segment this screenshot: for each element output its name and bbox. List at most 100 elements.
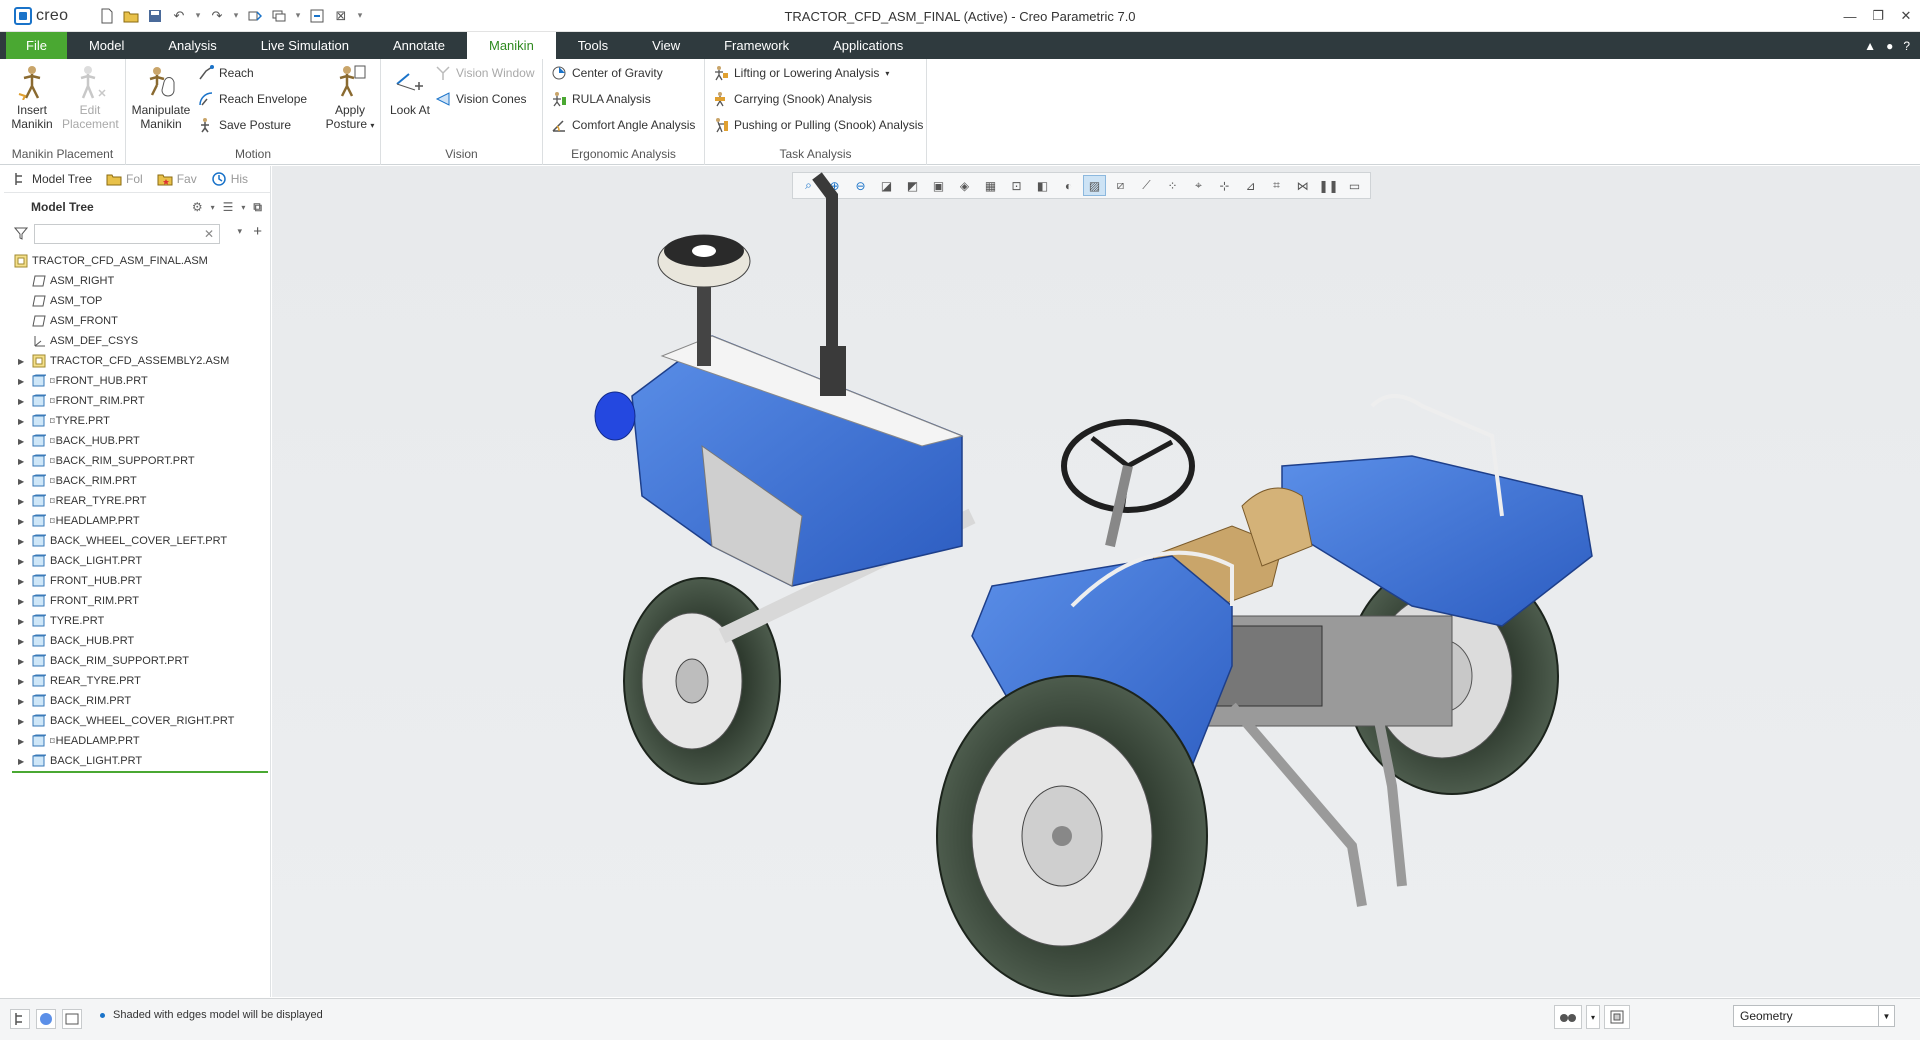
- selection-mode-icon[interactable]: [1604, 1005, 1631, 1029]
- expand-arrow-icon[interactable]: ▶: [18, 697, 24, 706]
- tree-item[interactable]: ASM_DEF_CSYS: [4, 331, 270, 351]
- tree-settings-icon[interactable]: ⚙: [192, 200, 203, 214]
- tree-item[interactable]: ▶ FRONT_RIM.PRT: [4, 591, 270, 611]
- tree-item[interactable]: ▶ BACK_RIM.PRT: [4, 691, 270, 711]
- tree-columns-icon[interactable]: ☰: [223, 200, 234, 214]
- search-options-dropdown-icon[interactable]: ▾: [237, 226, 242, 237]
- expand-arrow-icon[interactable]: ▶: [18, 457, 24, 466]
- tree-item[interactable]: ASM_TOP: [4, 291, 270, 311]
- graphics-window[interactable]: ⌕ ⊕ ⊖ ◪ ◩ ▣ ◈ ▦ ⊡ ◧ ◐ ▨ ⧄ ⟋ ⁘ ⌖ ⊹ ⊿ ⌗ ⋈ ❚❚ ▭: [272, 166, 1920, 997]
- open-icon[interactable]: [122, 7, 140, 25]
- look-at-button[interactable]: Look At: [385, 63, 435, 117]
- tab-view[interactable]: View: [630, 32, 702, 59]
- windows-dropdown-icon[interactable]: ▾: [294, 7, 302, 25]
- notification-icon[interactable]: ●: [1886, 39, 1893, 53]
- tree-item[interactable]: ▶ ⌑ REAR_TYRE.PRT: [4, 491, 270, 511]
- center-of-gravity-button[interactable]: Center of Gravity: [551, 63, 663, 83]
- tab-favorites[interactable]: Fav: [157, 171, 197, 187]
- tree-item[interactable]: ▶ ⌑ BACK_RIM.PRT: [4, 471, 270, 491]
- full-screen-icon[interactable]: [62, 1009, 82, 1029]
- tree-settings-dropdown-icon[interactable]: ▾: [211, 203, 215, 212]
- rula-analysis-button[interactable]: RULA Analysis: [551, 89, 651, 109]
- navigator-toggle-icon[interactable]: [10, 1009, 30, 1029]
- tree-item[interactable]: ▶ ⌑ BACK_RIM_SUPPORT.PRT: [4, 451, 270, 471]
- collapse-ribbon-icon[interactable]: ▲: [1864, 39, 1876, 53]
- add-filter-icon[interactable]: +: [253, 223, 262, 240]
- tree-item[interactable]: ASM_FRONT: [4, 311, 270, 331]
- expand-arrow-icon[interactable]: ▶: [18, 517, 24, 526]
- find-icon[interactable]: [1554, 1005, 1582, 1029]
- tree-item[interactable]: ▶ BACK_WHEEL_COVER_LEFT.PRT: [4, 531, 270, 551]
- windows-icon[interactable]: [270, 7, 288, 25]
- redo-icon[interactable]: ↷: [208, 7, 226, 25]
- undo-icon[interactable]: ↶: [170, 7, 188, 25]
- tree-item[interactable]: ▶ ⌑ FRONT_RIM.PRT: [4, 391, 270, 411]
- vision-cones-button[interactable]: Vision Cones: [435, 89, 527, 109]
- close-window-icon[interactable]: ⊠: [332, 7, 350, 25]
- insert-manikin-button[interactable]: Insert Manikin: [4, 63, 60, 131]
- expand-arrow-icon[interactable]: ▶: [18, 557, 24, 566]
- expand-arrow-icon[interactable]: ▶: [18, 497, 24, 506]
- expand-arrow-icon[interactable]: ▶: [18, 537, 24, 546]
- expand-arrow-icon[interactable]: ▶: [18, 417, 24, 426]
- vision-window-button[interactable]: Vision Window: [435, 63, 534, 83]
- new-icon[interactable]: [98, 7, 116, 25]
- tractor-model[interactable]: [272, 166, 1920, 997]
- tree-item[interactable]: ▶ ⌑ HEADLAMP.PRT: [4, 731, 270, 751]
- tab-analysis[interactable]: Analysis: [146, 32, 238, 59]
- tab-folder-browser[interactable]: Fol: [106, 171, 143, 187]
- expand-arrow-icon[interactable]: ▶: [18, 437, 24, 446]
- clear-search-icon[interactable]: ✕: [204, 227, 214, 241]
- tree-item[interactable]: ▶ BACK_HUB.PRT: [4, 631, 270, 651]
- tab-model-tree[interactable]: Model Tree: [12, 171, 92, 187]
- carrying-analysis-button[interactable]: Carrying (Snook) Analysis: [713, 89, 872, 109]
- tab-tools[interactable]: Tools: [556, 32, 630, 59]
- edit-placement-button[interactable]: Edit Placement: [62, 63, 119, 131]
- switch-window-icon[interactable]: [308, 7, 326, 25]
- expand-arrow-icon[interactable]: ▶: [18, 657, 24, 666]
- reach-button[interactable]: Reach: [198, 63, 254, 83]
- minimize-icon[interactable]: —: [1836, 0, 1864, 32]
- undo-dropdown-icon[interactable]: ▾: [194, 7, 202, 25]
- tab-applications[interactable]: Applications: [811, 32, 925, 59]
- find-dropdown-icon[interactable]: ▾: [1586, 1005, 1601, 1029]
- tree-search-input[interactable]: ✕: [34, 224, 220, 244]
- expand-arrow-icon[interactable]: ▶: [18, 397, 24, 406]
- apply-posture-button[interactable]: Apply Posture ▾: [322, 63, 378, 133]
- redo-dropdown-icon[interactable]: ▾: [232, 7, 240, 25]
- tab-manikin[interactable]: Manikin: [467, 32, 556, 59]
- tree-item[interactable]: ASM_RIGHT: [4, 271, 270, 291]
- lifting-lowering-analysis-button[interactable]: Lifting or Lowering Analysis ▾: [713, 63, 889, 83]
- tab-annotate[interactable]: Annotate: [371, 32, 467, 59]
- expand-arrow-icon[interactable]: ▶: [18, 677, 24, 686]
- comfort-angle-analysis-button[interactable]: Comfort Angle Analysis: [551, 115, 695, 135]
- tab-live-simulation[interactable]: Live Simulation: [239, 32, 371, 59]
- expand-arrow-icon[interactable]: ▶: [18, 477, 24, 486]
- close-icon[interactable]: ✕: [1892, 0, 1920, 32]
- expand-arrow-icon[interactable]: ▶: [18, 377, 24, 386]
- help-icon[interactable]: ?: [1903, 39, 1910, 53]
- maximize-icon[interactable]: ❐: [1864, 0, 1892, 32]
- lifting-dropdown-icon[interactable]: ▾: [885, 69, 889, 78]
- expand-arrow-icon[interactable]: ▶: [18, 757, 24, 766]
- tree-item[interactable]: ▶ BACK_RIM_SUPPORT.PRT: [4, 651, 270, 671]
- tree-filters-icon[interactable]: ⧉: [253, 200, 262, 215]
- expand-arrow-icon[interactable]: ▶: [18, 617, 24, 626]
- tree-item[interactable]: ▶ ⌑ TYRE.PRT: [4, 411, 270, 431]
- tab-history[interactable]: His: [211, 171, 248, 187]
- expand-arrow-icon[interactable]: ▶: [18, 717, 24, 726]
- tree-root[interactable]: TRACTOR_CFD_ASM_FINAL.ASM: [4, 251, 270, 271]
- tree-item[interactable]: ▶ BACK_WHEEL_COVER_RIGHT.PRT: [4, 711, 270, 731]
- tree-item[interactable]: ▶ BACK_LIGHT.PRT: [4, 751, 270, 771]
- browser-toggle-icon[interactable]: [36, 1009, 56, 1029]
- tab-model[interactable]: Model: [67, 32, 146, 59]
- tab-file[interactable]: File: [6, 32, 67, 59]
- tree-item[interactable]: ▶ ⌑ BACK_HUB.PRT: [4, 431, 270, 451]
- expand-arrow-icon[interactable]: ▶: [18, 637, 24, 646]
- selection-filter-dropdown[interactable]: Geometry ▼: [1733, 1005, 1895, 1027]
- tab-framework[interactable]: Framework: [702, 32, 811, 59]
- save-posture-button[interactable]: Save Posture: [198, 115, 291, 135]
- apply-posture-dropdown-icon[interactable]: ▾: [370, 121, 374, 130]
- manipulate-manikin-button[interactable]: Manipulate Manikin: [130, 63, 192, 131]
- pushing-pulling-analysis-button[interactable]: Pushing or Pulling (Snook) Analysis: [713, 115, 923, 135]
